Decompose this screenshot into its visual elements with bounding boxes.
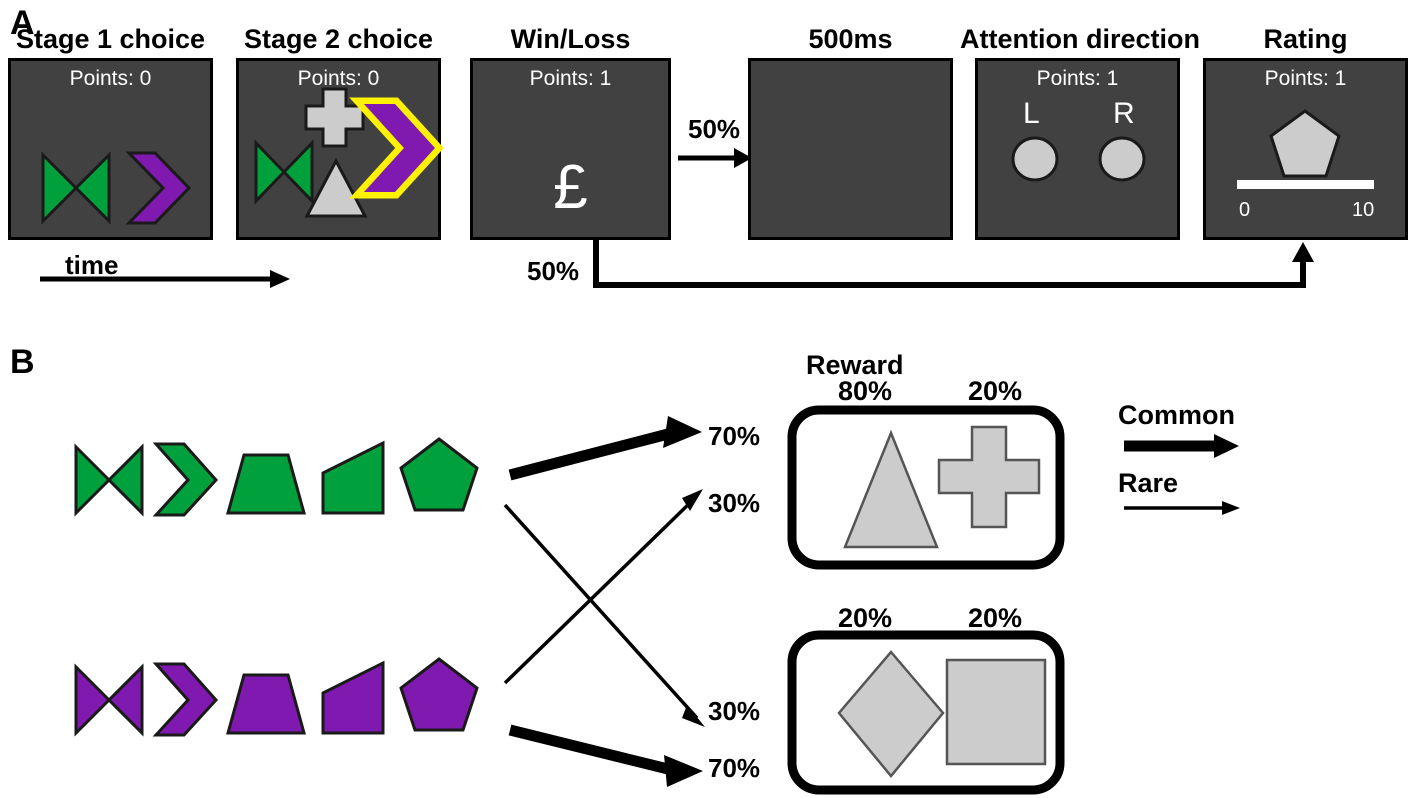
rating-scale-bar[interactable] (1237, 180, 1374, 189)
transition-label-bottom-rare: 30% (708, 696, 761, 726)
green-right-trapezoid-icon (321, 440, 385, 515)
purple-chevron-icon (125, 151, 192, 225)
transition-label-top-rare: 30% (708, 488, 761, 518)
green-pentagon-icon (399, 437, 479, 512)
pound-symbol: £ (553, 153, 588, 222)
stage-title-rating: Rating (1263, 24, 1348, 54)
purple-trapezoid-icon (226, 673, 306, 735)
purple-bowtie-icon (74, 663, 144, 737)
legend-arrow-common (1124, 434, 1239, 458)
purple-right-trapezoid-icon (321, 660, 385, 735)
grey-circle-right-icon (1098, 136, 1146, 182)
purple-chevron-selected-icon (349, 97, 444, 199)
stage-title-500ms: 500ms (808, 24, 893, 54)
rating-scale-max: 10 (1352, 199, 1375, 221)
screen-stage-2-choice: Points: 0 (236, 58, 444, 240)
screen-stage-1-choice: Points: 0 (8, 58, 213, 240)
legend-label-rare: Rare (1118, 468, 1179, 498)
second-stage-box-state-1 (787, 405, 1065, 570)
grey-triangle-icon (304, 157, 368, 218)
transition-label-bottom-common: 70% (708, 753, 761, 783)
figure-root: A Stage 1 choice Points: 0 Stage 2 choic… (0, 0, 1416, 798)
arrow-to-500ms (678, 148, 752, 168)
panel-letter-b: B (10, 343, 35, 381)
green-trapezoid-icon (226, 453, 306, 515)
legend-label-common: Common (1118, 400, 1235, 430)
transition-label-top-common: 70% (708, 421, 761, 451)
screen-win-loss: Points: 1 £ (470, 58, 671, 240)
screen-rating: Points: 1 0 10 (1203, 58, 1408, 240)
transition-arrows (503, 416, 705, 787)
reward-prob-state1-option2: 20% (968, 376, 1023, 406)
feedback-loop-arrow (593, 240, 1314, 288)
stage1-option-green-row (74, 437, 479, 517)
time-arrow (40, 270, 290, 288)
second-stage-box-state-2 (787, 630, 1065, 795)
arrow-purple-rare (503, 489, 703, 685)
legend-arrow-rare (1124, 501, 1240, 515)
rating-scale-min: 0 (1239, 199, 1251, 221)
green-chevron-icon (152, 442, 219, 517)
green-bowtie-icon (41, 151, 111, 225)
arrow-purple-common (508, 724, 703, 787)
stage-title-win-loss: Win/Loss (510, 24, 631, 54)
screen-attention-direction: Points: 1 L R (975, 58, 1180, 240)
branch-bottom-percent: 50% (527, 256, 580, 286)
grey-circle-left-icon (1011, 136, 1059, 182)
stage1-option-purple-row (74, 657, 479, 737)
screen-500ms-blank (748, 58, 953, 240)
purple-pentagon-icon (399, 657, 479, 732)
stage-title-attention-direction: Attention direction (960, 24, 1200, 54)
grey-square-icon (945, 658, 1047, 766)
branch-top-percent: 50% (688, 114, 741, 144)
arrow-green-rare (503, 503, 705, 727)
points-display: Points: 1 (529, 67, 612, 90)
arrow-green-common (508, 416, 702, 481)
green-bowtie-icon (254, 139, 314, 205)
green-bowtie-icon (74, 443, 144, 517)
reward-prob-state1-option1: 80% (838, 376, 893, 406)
stage-title-stage-2-choice: Stage 2 choice (243, 24, 434, 54)
reward-label: Reward (806, 350, 904, 380)
purple-chevron-icon (152, 662, 219, 737)
reward-prob-state2-option2: 20% (968, 603, 1023, 633)
grey-pentagon-icon (1269, 109, 1341, 178)
stage-title-stage-1-choice: Stage 1 choice (15, 24, 206, 54)
reward-prob-state2-option1: 20% (838, 603, 893, 633)
